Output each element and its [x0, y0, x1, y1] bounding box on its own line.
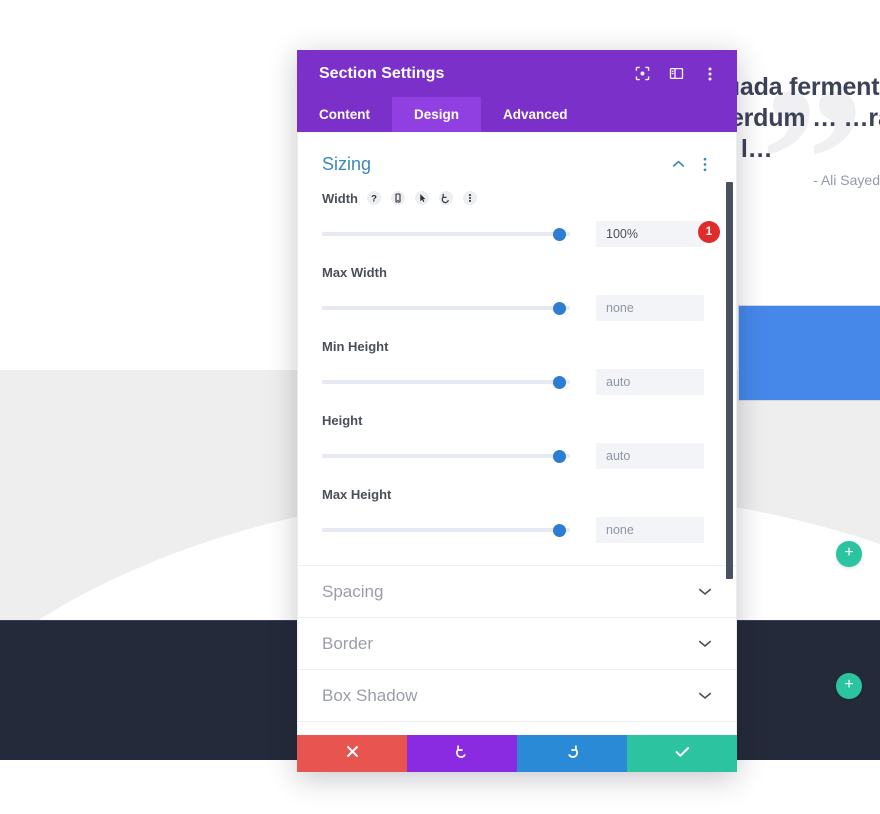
field-min-height-control — [322, 369, 712, 395]
focus-icon[interactable] — [633, 65, 651, 83]
layout-panel-icon[interactable] — [667, 65, 685, 83]
status-badge[interactable]: 1 — [698, 221, 720, 243]
field-max-height: Max Height — [322, 485, 712, 543]
field-max-height-control — [322, 517, 712, 543]
redo-icon — [564, 743, 580, 764]
field-min-height-label: Min Height — [322, 338, 389, 354]
max-width-slider-track — [322, 306, 570, 310]
field-min-height-label-line: Min Height — [322, 337, 712, 355]
more-vertical-icon[interactable] — [698, 157, 712, 172]
reset-icon[interactable] — [439, 191, 454, 206]
field-max-width-control — [322, 295, 712, 321]
max-height-slider-handle[interactable] — [553, 524, 566, 537]
max-height-value-wrap — [596, 517, 704, 543]
chevron-up-icon[interactable] — [671, 160, 685, 169]
close-icon — [346, 745, 359, 763]
width-input[interactable] — [596, 221, 704, 247]
field-max-width-label-line: Max Width — [322, 263, 712, 281]
section-row-border[interactable]: Border — [298, 617, 736, 669]
sizing-header-icons — [671, 157, 712, 172]
max-height-slider[interactable] — [322, 521, 570, 539]
field-max-height-label-line: Max Height — [322, 485, 712, 503]
titlebar-icon-group — [633, 65, 719, 83]
field-max-width-label: Max Width — [322, 264, 387, 280]
modal-action-bar — [297, 735, 737, 772]
modal-titlebar: Section Settings — [297, 50, 737, 97]
section-row-spacing[interactable]: Spacing — [298, 565, 736, 617]
field-min-height: Min Height — [322, 337, 712, 395]
mobile-device-icon[interactable] — [391, 191, 406, 206]
checkmark-icon — [675, 745, 690, 763]
field-max-width: Max Width — [322, 263, 712, 321]
max-width-slider-handle[interactable] — [553, 302, 566, 315]
width-slider-handle[interactable] — [553, 228, 566, 241]
width-value-wrap: 1 — [596, 221, 720, 247]
chevron-down-icon[interactable] — [698, 587, 712, 596]
width-slider[interactable] — [322, 225, 570, 243]
field-max-height-label: Max Height — [322, 486, 392, 502]
tab-advanced[interactable]: Advanced — [481, 97, 590, 132]
min-height-value-wrap — [596, 369, 704, 395]
help-icon[interactable]: ? — [367, 191, 382, 206]
height-input[interactable] — [596, 443, 704, 469]
tab-design[interactable]: Design — [392, 97, 482, 132]
sizing-section-title: Sizing — [322, 154, 372, 174]
more-vertical-icon[interactable] — [701, 65, 719, 83]
section-settings-modal: Section Settings Content Design Advanced… — [297, 50, 737, 772]
section-row-border-label: Border — [322, 633, 374, 653]
field-width-control: 1 — [322, 221, 720, 247]
field-width: Width ? 100% 1 — [322, 189, 720, 247]
cursor-icon[interactable] — [415, 191, 430, 206]
cancel-button[interactable] — [297, 735, 407, 772]
vertical-scrollbar[interactable] — [726, 182, 733, 579]
field-width-label-line: Width ? — [322, 189, 712, 207]
section-row-filters[interactable]: Filters — [298, 721, 736, 735]
chevron-down-icon[interactable] — [698, 639, 712, 648]
min-height-slider-handle[interactable] — [553, 376, 566, 389]
max-width-slider[interactable] — [322, 299, 570, 317]
field-height-control — [322, 443, 712, 469]
width-slider-track — [322, 232, 570, 236]
section-row-box-shadow[interactable]: Box Shadow — [298, 669, 736, 721]
add-section-button-1[interactable]: + — [836, 541, 862, 567]
max-width-value-wrap — [596, 295, 704, 321]
modal-body: Sizing Width ? 100% 1 Max Width none Min… — [297, 132, 737, 735]
max-height-slider-track — [322, 528, 570, 532]
min-height-input[interactable] — [596, 369, 704, 395]
height-slider-track — [322, 454, 570, 458]
sizing-section-header[interactable]: Sizing — [322, 132, 712, 189]
min-height-slider[interactable] — [322, 373, 570, 391]
field-height-label: Height — [322, 412, 363, 428]
modal-tab-bar: Content Design Advanced — [297, 97, 737, 132]
chevron-down-icon[interactable] — [698, 691, 712, 700]
max-height-input[interactable] — [596, 517, 704, 543]
height-value-wrap — [596, 443, 704, 469]
blue-content-block — [738, 305, 880, 401]
undo-button[interactable] — [407, 735, 517, 772]
svg-text:?: ? — [372, 194, 378, 205]
section-row-spacing-label: Spacing — [322, 581, 384, 601]
max-width-input[interactable] — [596, 295, 704, 321]
more-vertical-icon[interactable] — [463, 191, 478, 206]
section-row-box-shadow-label: Box Shadow — [322, 685, 418, 705]
modal-title: Section Settings — [319, 64, 445, 82]
tab-content[interactable]: Content — [297, 97, 392, 132]
undo-icon — [454, 743, 470, 764]
field-height-label-line: Height — [322, 411, 712, 429]
field-width-label: Width — [322, 190, 358, 206]
height-slider-handle[interactable] — [553, 450, 566, 463]
field-height: Height — [322, 411, 712, 469]
collapsed-sections-list: Spacing Border Box Shadow — [298, 565, 736, 735]
save-button[interactable] — [627, 735, 737, 772]
sizing-section: Sizing Width ? 100% 1 Max Width none Min… — [298, 132, 736, 543]
min-height-slider-track — [322, 380, 570, 384]
redo-button[interactable] — [517, 735, 627, 772]
add-section-button-2[interactable]: + — [836, 673, 862, 699]
height-slider[interactable] — [322, 447, 570, 465]
